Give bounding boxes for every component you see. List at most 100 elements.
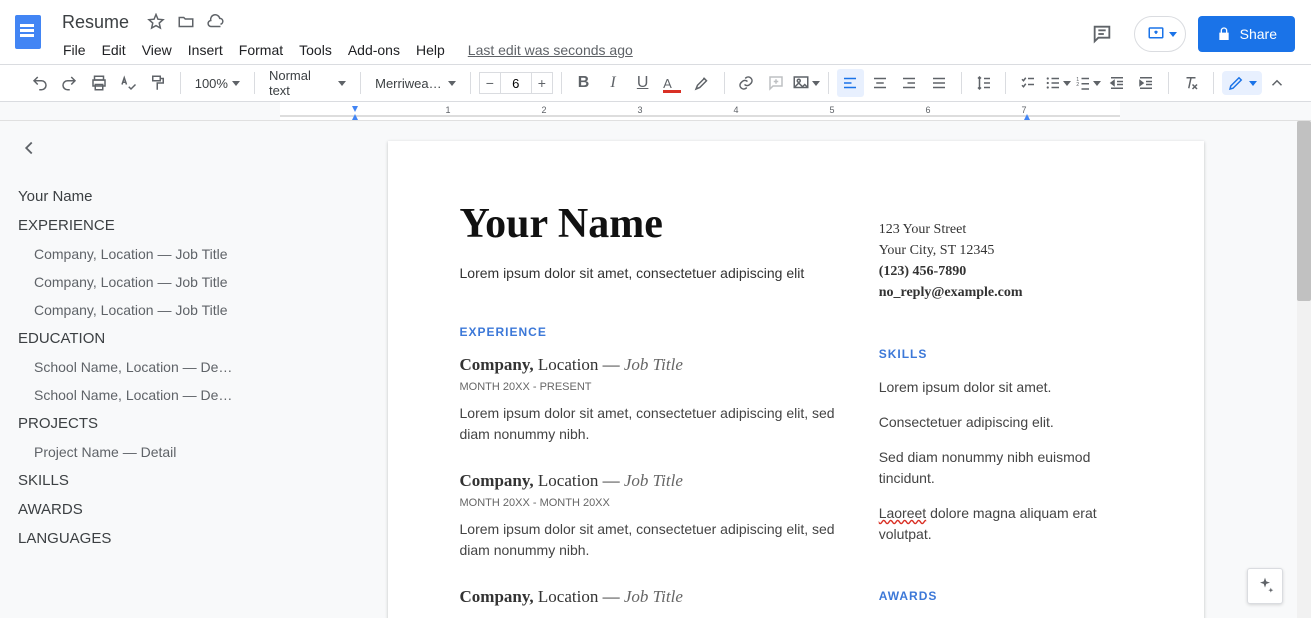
clear-formatting-button[interactable]	[1177, 69, 1205, 97]
indent-marker-first-line	[352, 106, 358, 112]
editing-mode-button[interactable]	[1222, 71, 1262, 95]
outline-item[interactable]: LANGUAGES	[18, 524, 262, 553]
docs-logo[interactable]	[8, 12, 48, 52]
outline-item[interactable]: School Name, Location — De…	[18, 381, 262, 409]
job-entry[interactable]: Company, Location — Job TitleMONTH 20XX …	[460, 471, 839, 561]
tagline-text[interactable]: Lorem ipsum dolor sit amet, consectetuer…	[460, 265, 839, 281]
outline-item[interactable]: AWARDS	[18, 495, 262, 524]
share-button[interactable]: Share	[1198, 16, 1295, 52]
job-entry[interactable]: Company, Location — Job TitleMONTH 20XX …	[460, 355, 839, 445]
menu-file[interactable]: File	[56, 38, 93, 62]
outline-item[interactable]: EDUCATION	[18, 324, 262, 353]
vertical-scrollbar[interactable]	[1297, 121, 1311, 618]
menu-view[interactable]: View	[135, 38, 179, 62]
font-size-decrease[interactable]: −	[479, 72, 501, 94]
contact-phone[interactable]: (123) 456-7890	[879, 261, 1132, 282]
contact-block[interactable]: 123 Your Street Your City, ST 12345 (123…	[879, 219, 1132, 303]
skill-item[interactable]: Consectetuer adipiscing elit.	[879, 412, 1132, 433]
svg-text:1: 1	[445, 105, 450, 115]
collapse-toolbar-button[interactable]	[1264, 69, 1292, 97]
share-label: Share	[1240, 26, 1277, 42]
spelling-error[interactable]: Laoreet	[879, 505, 926, 521]
menu-help[interactable]: Help	[409, 38, 452, 62]
outline-item[interactable]: PROJECTS	[18, 409, 262, 438]
menu-format[interactable]: Format	[232, 38, 290, 62]
menu-bar: File Edit View Insert Format Tools Add-o…	[56, 36, 1082, 64]
skill-item[interactable]: Laoreet dolore magna aliquam erat volutp…	[879, 503, 1132, 545]
font-size-control: − +	[479, 72, 553, 94]
document-canvas[interactable]: Your Name Lorem ipsum dolor sit amet, co…	[280, 121, 1311, 618]
menu-edit[interactable]: Edit	[95, 38, 133, 62]
scroll-thumb[interactable]	[1297, 121, 1311, 301]
align-center-button[interactable]	[866, 69, 894, 97]
highlight-color-button[interactable]	[688, 69, 716, 97]
outline-close-button[interactable]	[18, 137, 262, 162]
text-color-button[interactable]: A	[658, 69, 686, 97]
menu-addons[interactable]: Add-ons	[341, 38, 407, 62]
spellcheck-button[interactable]	[115, 69, 143, 97]
add-comment-button[interactable]	[762, 69, 790, 97]
align-right-button[interactable]	[896, 69, 924, 97]
contact-city[interactable]: Your City, ST 12345	[879, 240, 1132, 261]
numbered-list-button[interactable]: 12	[1073, 69, 1101, 97]
page[interactable]: Your Name Lorem ipsum dolor sit amet, co…	[388, 141, 1204, 618]
section-skills[interactable]: SKILLS	[879, 347, 1132, 361]
section-experience[interactable]: EXPERIENCE	[460, 325, 839, 339]
job-entry[interactable]: Company, Location — Job Title	[460, 587, 839, 607]
zoom-dropdown[interactable]: 100%	[189, 76, 246, 91]
paint-format-button[interactable]	[144, 69, 172, 97]
font-size-increase[interactable]: +	[531, 72, 553, 94]
outline-item[interactable]: Company, Location — Job Title	[18, 296, 262, 324]
heading-name[interactable]: Your Name	[460, 201, 839, 247]
workspace: Your NameEXPERIENCECompany, Location — J…	[0, 121, 1311, 618]
increase-indent-button[interactable]	[1132, 69, 1160, 97]
outline-item[interactable]: EXPERIENCE	[18, 211, 262, 240]
last-edit-link[interactable]: Last edit was seconds ago	[468, 42, 633, 58]
menu-tools[interactable]: Tools	[292, 38, 339, 62]
font-dropdown[interactable]: Merriweath…	[369, 76, 462, 91]
move-folder-icon[interactable]	[177, 13, 195, 31]
outline-item[interactable]: Company, Location — Job Title	[18, 268, 262, 296]
title-area: Resume File Edit View Insert Format Tool…	[56, 8, 1082, 64]
app-header: Resume File Edit View Insert Format Tool…	[0, 0, 1311, 64]
underline-button[interactable]: U	[629, 69, 657, 97]
bulleted-list-button[interactable]	[1044, 69, 1072, 97]
outline-item[interactable]: SKILLS	[18, 466, 262, 495]
contact-street[interactable]: 123 Your Street	[879, 219, 1132, 240]
skill-item[interactable]: Lorem ipsum dolor sit amet.	[879, 377, 1132, 398]
indent-marker-left	[352, 114, 358, 120]
section-awards[interactable]: AWARDS	[879, 589, 1132, 603]
skill-item[interactable]: Sed diam nonummy nibh euismod tincidunt.	[879, 447, 1132, 489]
insert-image-button[interactable]	[792, 69, 820, 97]
svg-text:2: 2	[541, 105, 546, 115]
explore-button[interactable]	[1247, 568, 1283, 604]
document-title[interactable]: Resume	[56, 12, 135, 33]
outline-item[interactable]: Your Name	[18, 182, 262, 211]
svg-text:7: 7	[1021, 105, 1026, 115]
redo-button[interactable]	[56, 69, 84, 97]
comment-history-button[interactable]	[1082, 14, 1122, 54]
present-button[interactable]	[1134, 16, 1186, 52]
contact-email[interactable]: no_reply@example.com	[879, 282, 1132, 303]
outline-item[interactable]: Company, Location — Job Title	[18, 240, 262, 268]
line-spacing-button[interactable]	[970, 69, 998, 97]
undo-button[interactable]	[26, 69, 54, 97]
print-button[interactable]	[85, 69, 113, 97]
menu-insert[interactable]: Insert	[181, 38, 230, 62]
document-outline: Your NameEXPERIENCECompany, Location — J…	[0, 121, 280, 618]
font-size-input[interactable]	[501, 72, 531, 94]
insert-link-button[interactable]	[732, 69, 760, 97]
svg-text:2: 2	[1076, 82, 1079, 88]
align-justify-button[interactable]	[925, 69, 953, 97]
star-icon[interactable]	[147, 13, 165, 31]
italic-button[interactable]: I	[599, 69, 627, 97]
checklist-button[interactable]	[1014, 69, 1042, 97]
bold-button[interactable]: B	[570, 69, 598, 97]
paragraph-style-dropdown[interactable]: Normal text	[263, 68, 352, 98]
outline-item[interactable]: Project Name — Detail	[18, 438, 262, 466]
align-left-button[interactable]	[837, 69, 865, 97]
outline-item[interactable]: School Name, Location — De…	[18, 353, 262, 381]
cloud-status-icon[interactable]	[207, 13, 225, 31]
horizontal-ruler[interactable]: 1 2 3 4 5 6 7	[0, 102, 1311, 121]
decrease-indent-button[interactable]	[1103, 69, 1131, 97]
